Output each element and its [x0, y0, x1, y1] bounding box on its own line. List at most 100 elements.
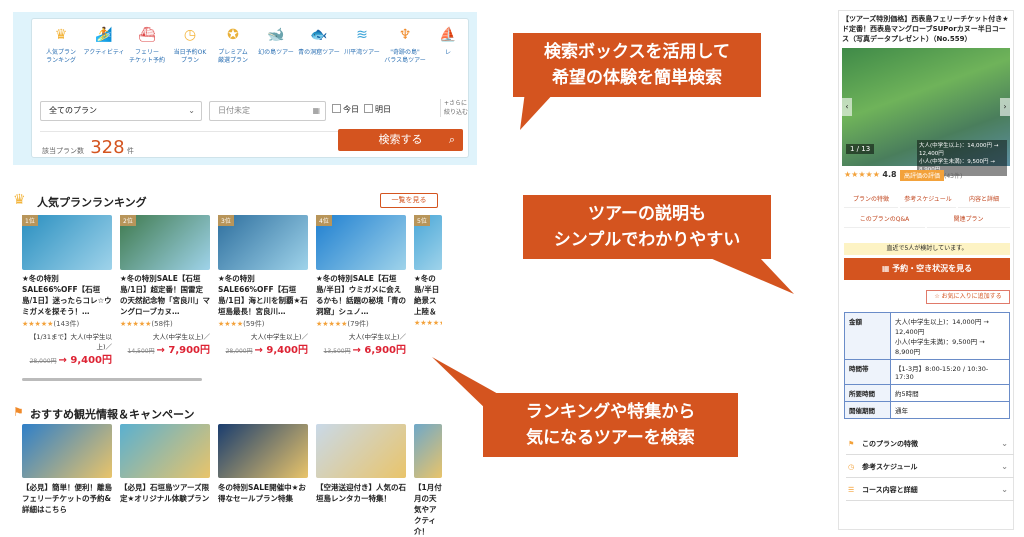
ranking-card-title: ★冬の特別SALE66%OFF【石垣島/1日】海と川を制覇★石垣島最長！宮良川… [218, 274, 308, 316]
ranking-card-image: 4位 [316, 215, 406, 270]
special-card[interactable]: 【空港送迎付き】人気の石垣島レンタカー特集！ [316, 424, 406, 504]
special-card[interactable]: 冬の特別SALE開催中★お得なセールプラン特集 [218, 424, 308, 504]
accordion-item[interactable]: ☰ コース内容と詳細 ⌄ [846, 479, 1014, 501]
old-price: 28,000円 [29, 358, 57, 365]
category-boat[interactable]: ⛵ レ [425, 25, 471, 77]
detail-tab[interactable]: 内容と詳細 [958, 192, 1010, 208]
clock-icon: ◷ [183, 27, 197, 43]
accordion-item[interactable]: ⚑ このプランの特徴 ⌄ [846, 433, 1014, 455]
detail-tab[interactable]: 関連プラン [927, 212, 1010, 228]
search-button[interactable]: 検索する ⌕ [338, 129, 463, 151]
special-card-image [316, 424, 406, 478]
info-row: 所要時間 約5時間 [844, 384, 1010, 402]
plan-select-value: 全てのプラン [49, 106, 97, 115]
category-whale[interactable]: 🐋 幻の島ツアー [253, 25, 299, 77]
crown-icon: ♛ [13, 192, 26, 208]
detail-tab[interactable]: プランの特徴 [844, 192, 898, 208]
category-medal[interactable]: ✪ プレミアム 厳選プラン [210, 25, 256, 77]
horizontal-scrollbar[interactable] [22, 378, 202, 381]
callout-ranking-text: ランキングや特集から 気になるツアーを検索 [525, 402, 696, 448]
special-card[interactable]: 【1月付月の天気やアクティ介！ [414, 424, 442, 537]
plan-count-value: 328 [90, 137, 125, 158]
tomorrow-checkbox[interactable]: 明日 [364, 103, 391, 117]
category-palm[interactable]: ♆ "奇跡の島" バラス島ツアー [382, 25, 428, 77]
price-note: 大人(中学生以上)／ [250, 333, 308, 341]
special-card[interactable]: 【必見】簡単！便利！離島フェリーチケットの予約&詳細はこちら [22, 424, 112, 515]
plan-select[interactable]: 全てのプラン ⌄ [40, 101, 202, 121]
ranking-card-title: ★冬の特別SALE66%OFF【石垣島/1日】迷ったらコレ☆ウミガメを探そう！… [22, 274, 112, 316]
callout-description-tail [710, 258, 794, 294]
rating-stars: ★★★★★ [414, 319, 442, 327]
category-label: レ [444, 49, 451, 56]
category-label: "奇跡の島" バラス島ツアー [384, 49, 426, 64]
rating-stars: ★★★★★ 4.8 [844, 170, 897, 179]
rank-badge: 1位 [22, 215, 38, 226]
book-button[interactable]: ▦ 予約・空き状況を見る [844, 258, 1010, 280]
callout-search-tail [520, 92, 555, 130]
category-wave[interactable]: ≋ 川平湾ツアー [339, 25, 385, 77]
ranking-card[interactable]: 2位 ★冬の特別SALE【石垣島/1日】超定番！国雷定の天然記念物「宮良川」マング… [120, 215, 210, 356]
rating-value: 4.8 [882, 170, 897, 179]
ranking-card-title: ★冬の特別SALE【石垣島/1日】超定番！国雷定の天然記念物「宮良川」マングロー… [120, 274, 210, 316]
more-filter-link[interactable]: +さらに 絞り込む [440, 99, 468, 117]
calendar-icon: ▦ [312, 106, 320, 115]
accordion-item[interactable]: ◷ 参考スケジュール ⌄ [846, 456, 1014, 478]
today-label: 今日 [343, 105, 359, 114]
category-surfer[interactable]: 🏄 アクティビティ [81, 25, 127, 77]
next-arrow-icon[interactable]: › [1000, 98, 1010, 116]
detail-tab[interactable]: このプランのQ&A [844, 212, 925, 228]
ranking-card[interactable]: 1位 ★冬の特別SALE66%OFF【石垣島/1日】迷ったらコレ☆ウミガメを探そう… [22, 215, 112, 366]
review-count: (79件) [347, 320, 369, 328]
chevron-down-icon: ⌄ [1001, 485, 1008, 494]
search-box: ♛ 人気プラン ランキング 🏄 アクティビティ ⛴ フェリー チケット予約 ◷ 当日予約OK … [31, 18, 469, 158]
info-value: 通年 [890, 401, 1010, 419]
plan-photo[interactable]: 1 / 13 大人(中学生以上)：14,000円 → 12,400円 小人(中学… [842, 48, 1010, 176]
ranking-card[interactable]: 5位 ★冬の島/半日絶景ス上陸＆ ★★★★★ [414, 215, 442, 329]
sale-price: → 6,900円 [352, 345, 407, 356]
chevron-down-icon: ⌄ [1001, 462, 1008, 471]
sale-price: → 9,400円 [58, 355, 113, 366]
special-card[interactable]: 【必見】石垣島ツアーズ限定★オリジナル体験プラン [120, 424, 210, 504]
today-checkbox[interactable]: 今日 [332, 103, 359, 117]
ranking-card[interactable]: 3位 ★冬の特別SALE66%OFF【石垣島/1日】海と川を制覇★石垣島最長！宮良… [218, 215, 308, 356]
rank-badge: 3位 [218, 215, 234, 226]
rank-badge: 5位 [414, 215, 430, 226]
book-button-label: 予約・空き状況を見る [892, 264, 973, 273]
info-key: 金額 [844, 312, 891, 360]
calendar-icon: ▦ [881, 264, 890, 273]
category-ferry[interactable]: ⛴ フェリー チケット予約 [124, 25, 170, 77]
rank-badge: 4位 [316, 215, 332, 226]
info-row: 金額 大人(中学生以上)：14,000円 → 12,400円 小人(中学生未満)：… [844, 312, 1010, 360]
category-label: 幻の島ツアー [258, 49, 294, 56]
category-label: 人気プラン ランキング [45, 49, 76, 64]
rank-badge: 2位 [120, 215, 136, 226]
callout-search-text: 検索ボックスを活用して 希望の体験を簡単検索 [544, 42, 730, 88]
detail-tab[interactable]: 参考スケジュール [900, 192, 956, 208]
photo-counter: 1 / 13 [846, 144, 875, 154]
category-label: 川平湾ツアー [344, 49, 380, 56]
rating-stars: ★★★★★(143件) [22, 320, 80, 328]
prev-arrow-icon[interactable]: ‹ [842, 98, 852, 116]
ranking-card-image: 3位 [218, 215, 308, 270]
rating-stars: ★★★★★(79件) [316, 320, 369, 328]
special-card-image [414, 424, 442, 478]
favorite-button[interactable]: ☆ お気に入りに追加する [926, 290, 1010, 304]
callout-description-text: ツアーの説明も シンプルでわかりやすい [553, 204, 741, 250]
callout-description: ツアーの説明も シンプルでわかりやすい [523, 195, 771, 259]
fish-icon: 🐟 [310, 27, 328, 43]
callout-search: 検索ボックスを活用して 希望の体験を簡単検索 [513, 33, 761, 97]
special-card-title: 【1月付月の天気やアクティ介！ [414, 483, 442, 536]
special-card-title: 【空港送迎付き】人気の石垣島レンタカー特集！ [316, 483, 406, 503]
rating-stars: ★★★★★(58件) [120, 320, 173, 328]
chevron-down-icon: ⌄ [1001, 439, 1008, 448]
category-clock[interactable]: ◷ 当日予約OK プラン [167, 25, 213, 77]
ranking-card-title: ★冬の特別SALE【石垣島/半日】ウミガメに会えるかも！話題の秘境「青の洞窟」シ… [316, 274, 406, 316]
ferry-icon: ⛴ [138, 27, 156, 43]
ranking-card[interactable]: 4位 ★冬の特別SALE【石垣島/半日】ウミガメに会えるかも！話題の秘境「青の洞窟… [316, 215, 406, 356]
see-all-button[interactable]: 一覧を見る [380, 193, 438, 208]
category-crown[interactable]: ♛ 人気プラン ランキング [38, 25, 84, 77]
viewers-notice: 直近で5人が検討しています。 [844, 243, 1010, 255]
photo-price-adult: 大人(中学生以上)：14,000円 → 12,400円 [919, 143, 999, 157]
category-fish[interactable]: 🐟 青の洞窟ツアー [296, 25, 342, 77]
date-input[interactable]: 日付未定 ▦ [209, 101, 326, 121]
